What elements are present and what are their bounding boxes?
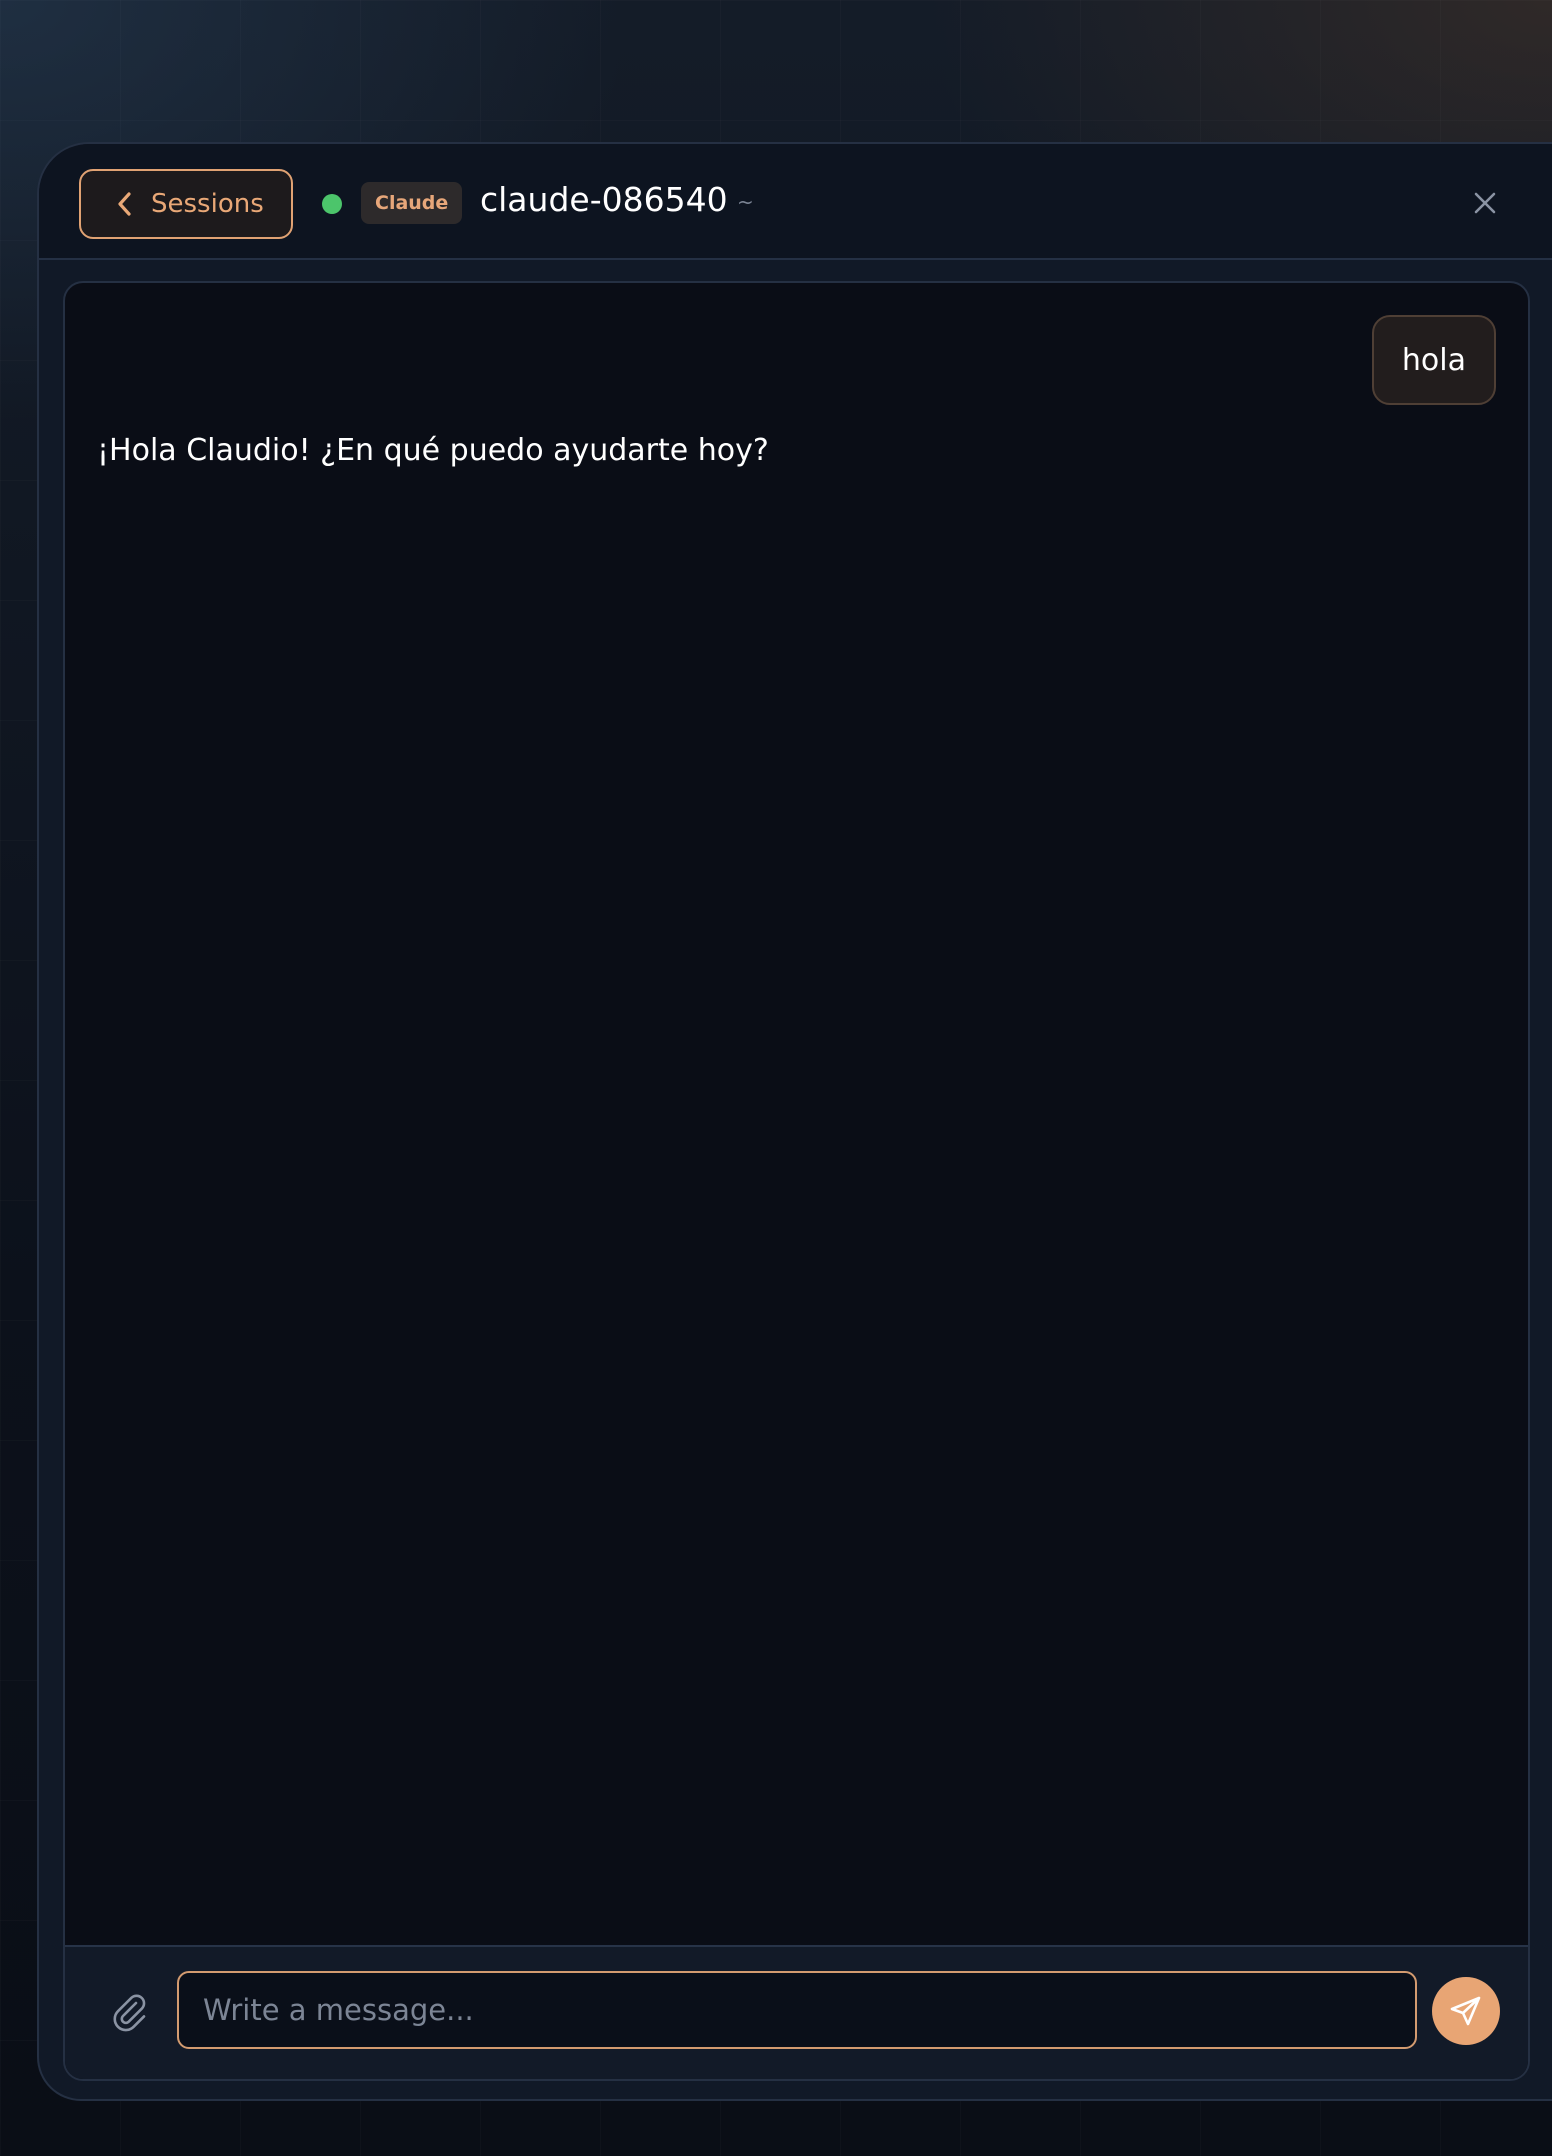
paperclip-icon: [113, 1994, 146, 2032]
attach-button[interactable]: [107, 1989, 151, 2033]
chevron-left-icon: [118, 192, 131, 216]
send-icon: [1450, 1996, 1481, 2026]
close-button[interactable]: [1468, 186, 1502, 220]
back-to-sessions-button[interactable]: Sessions: [79, 169, 293, 239]
session-header: Sessions Claude claude-086540 ~: [39, 144, 1552, 260]
session-title: claude-086540: [480, 180, 728, 219]
chat-window: Sessions Claude claude-086540 ~ hola ¡Ho…: [37, 142, 1552, 2101]
chat-panel: hola ¡Hola Claudio! ¿En qué puedo ayudar…: [63, 281, 1530, 2081]
message-list[interactable]: hola ¡Hola Claudio! ¿En qué puedo ayudar…: [65, 283, 1528, 1949]
back-button-label: Sessions: [151, 189, 264, 219]
send-button[interactable]: [1432, 1977, 1500, 2045]
agent-badge: Claude: [361, 182, 463, 224]
close-icon: [1474, 192, 1496, 214]
status-indicator: [322, 194, 342, 214]
user-message: hola: [1371, 315, 1496, 405]
assistant-message: ¡Hola Claudio! ¿En qué puedo ayudarte ho…: [97, 433, 769, 468]
message-input[interactable]: [177, 1971, 1417, 2049]
session-directory: ~: [737, 190, 754, 214]
message-composer: [65, 1945, 1528, 2079]
